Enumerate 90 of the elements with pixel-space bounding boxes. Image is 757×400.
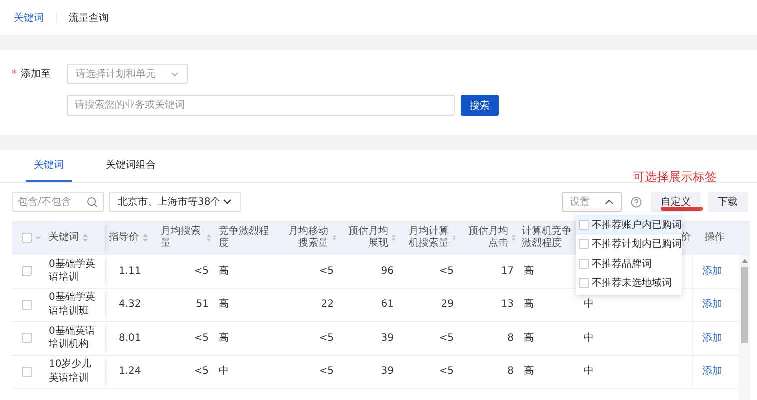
highlight-stroke: [660, 206, 704, 212]
column-header: 预估月均展现: [347, 226, 388, 250]
table-cell-text: 10岁少儿英语培训: [49, 358, 93, 386]
table-cell-text: 0基础学英语培训班: [49, 291, 96, 318]
tab[interactable]: 关键词: [26, 150, 72, 182]
table-cell: 22: [321, 298, 334, 312]
add-link[interactable]: 添加: [702, 298, 722, 312]
download-button[interactable]: 下载: [708, 192, 748, 212]
table-cell: 17: [501, 264, 514, 278]
table-cell: 1.24: [119, 365, 142, 378]
sort-icon[interactable]: [392, 234, 396, 242]
table-cell: 高: [524, 332, 534, 345]
menu-option[interactable]: 不推荐未选地域词: [576, 274, 682, 293]
table-cell: 8: [508, 332, 514, 345]
table-cell: <5: [194, 332, 209, 345]
table-cell: <5: [319, 332, 334, 345]
table-cell: 8: [508, 365, 514, 378]
row-checkbox[interactable]: [22, 366, 32, 377]
sort-icon[interactable]: [453, 234, 456, 242]
scroll-up-arrow-icon[interactable]: [742, 259, 748, 263]
sort-icon[interactable]: [143, 234, 148, 242]
table-cell: <5: [439, 332, 454, 345]
field-label: 添加至: [21, 68, 52, 81]
row-checkbox[interactable]: [22, 333, 32, 344]
search-button[interactable]: 搜索: [461, 95, 499, 116]
nav-tab[interactable]: 流量查询: [69, 10, 109, 24]
table-cell: 39: [381, 365, 394, 378]
table-cell-text: 0基础学英语培训: [49, 258, 96, 285]
help-icon[interactable]: [631, 196, 642, 208]
column-header: 月均计算机搜索量: [408, 226, 450, 250]
table-cell: 96: [381, 264, 394, 278]
table-cell: <5: [319, 264, 334, 278]
column-header: 月均移动搜索量: [288, 226, 329, 250]
chevron-down-icon: [171, 72, 179, 76]
sort-icon[interactable]: [512, 234, 516, 242]
column-header: 竞争激烈程度: [219, 226, 270, 250]
add-link[interactable]: 添加: [702, 332, 722, 345]
table-cell: 29: [441, 298, 454, 312]
column-header: 月均搜索量: [161, 226, 202, 250]
menu-option[interactable]: 不推荐品牌词: [576, 254, 682, 274]
column-header: 关键词: [49, 232, 79, 244]
table-cell: <5: [194, 365, 209, 378]
table-cell: 61: [381, 298, 394, 312]
table-cell: 1.11: [119, 264, 142, 278]
row-checkbox[interactable]: [22, 266, 32, 276]
column-header: 计算机竞争激烈程度: [522, 226, 573, 250]
region-select[interactable]: 北京市、上海市等38个: [109, 192, 241, 212]
table-cell: 中: [219, 365, 229, 378]
caret-down-icon[interactable]: [36, 236, 41, 240]
tab[interactable]: 关键词组合: [98, 150, 164, 182]
table-cell: 4.32: [119, 298, 142, 312]
table-cell: <5: [319, 365, 334, 378]
search-icon: [87, 196, 98, 208]
table-cell: 高: [219, 332, 229, 345]
sort-icon[interactable]: [83, 234, 88, 242]
add-link[interactable]: 添加: [702, 365, 722, 378]
chevron-icon: [605, 199, 614, 205]
table-cell: <5: [194, 264, 209, 278]
row-checkbox[interactable]: [22, 300, 32, 310]
column-header: 价: [681, 232, 691, 244]
keyword-search-field[interactable]: 请搜索您的业务或关键词: [67, 95, 455, 116]
table-cell: 高: [524, 264, 534, 278]
table-cell: 高: [524, 365, 534, 378]
menu-option[interactable]: 不推荐账户内已购词: [576, 215, 682, 234]
scrollbar[interactable]: [739, 255, 750, 400]
add-link[interactable]: 添加: [702, 264, 722, 278]
table-cell: <5: [439, 365, 454, 378]
table-cell: 8.01: [119, 332, 142, 345]
column-header: 指导价: [109, 232, 139, 244]
select-all-checkbox[interactable]: [22, 233, 32, 243]
table-cell: 高: [219, 264, 229, 278]
menu-option[interactable]: 不推荐计划内已购词: [576, 234, 682, 254]
sort-icon[interactable]: [332, 234, 336, 242]
table-cell: 中: [584, 298, 594, 312]
sort-icon[interactable]: [206, 234, 211, 242]
table-cell: 高: [219, 298, 229, 312]
column-header: 操作: [705, 232, 725, 244]
table-cell: 中: [584, 365, 594, 378]
table-cell: 13: [501, 298, 514, 312]
table-cell: <5: [439, 264, 454, 278]
annotation-text: 可选择展示标签: [633, 169, 717, 186]
chevron-down-icon: [223, 199, 232, 205]
table-cell: 51: [196, 298, 209, 312]
nav-tab[interactable]: 关键词: [14, 10, 44, 24]
table-cell: 中: [584, 332, 594, 345]
column-header: 预估月均点击: [467, 226, 508, 250]
table-cell: 高: [524, 298, 534, 312]
table-cell-text: 0基础英语培训机构: [49, 324, 96, 352]
table-cell: 39: [381, 332, 394, 345]
required-mark: *: [12, 68, 18, 80]
